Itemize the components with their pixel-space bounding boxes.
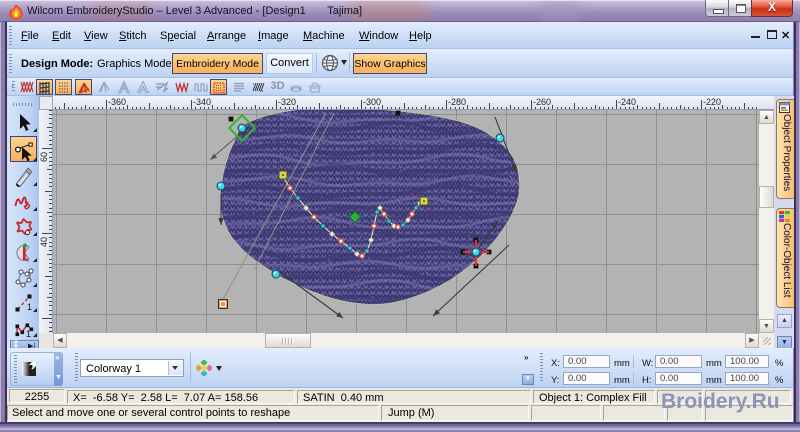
svg-text:1: 1 <box>26 329 31 338</box>
svg-text:1: 1 <box>27 302 32 312</box>
